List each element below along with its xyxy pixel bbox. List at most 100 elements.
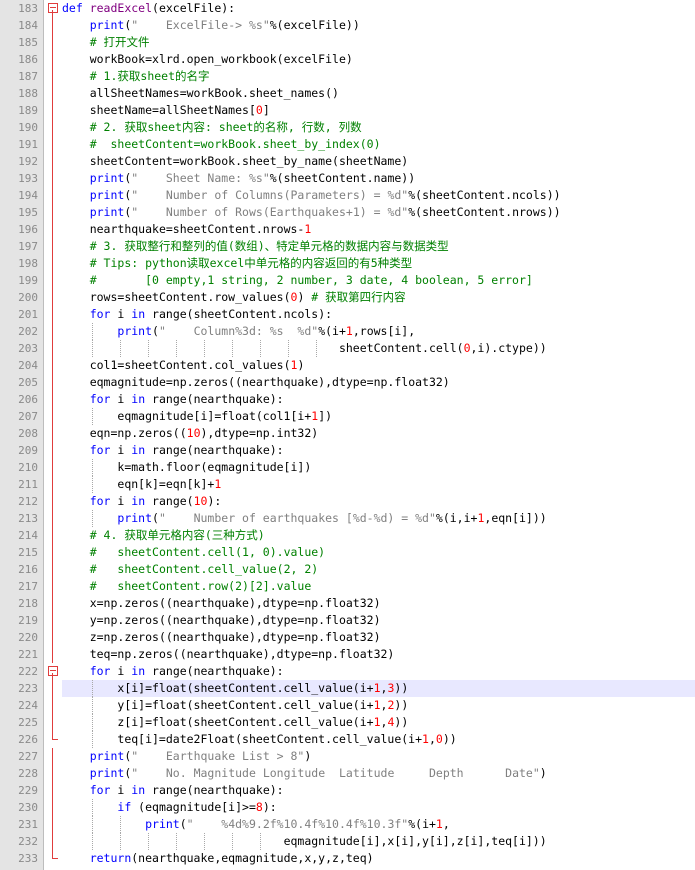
code-line[interactable]: 226 teq[i]=date2Float(sheetContent.cell_… (0, 731, 695, 748)
code-text[interactable]: print(" Sheet Name: %s"%(sheetContent.na… (62, 170, 695, 187)
code-line[interactable]: 185 # 打开文件 (0, 34, 695, 51)
code-line[interactable]: 231 print(" %4d%9.2f%10.4f%10.4f%10.3f"%… (0, 816, 695, 833)
code-line[interactable]: 201 for i in range(sheetContent.ncols): (0, 306, 695, 323)
code-line[interactable]: 203 sheetContent.cell(0,i).ctype)) (0, 340, 695, 357)
code-text[interactable]: # sheetContent.row(2)[2].value (62, 578, 695, 595)
code-text[interactable]: allSheetNames=workBook.sheet_names() (62, 85, 695, 102)
collapse-minus-icon[interactable] (48, 666, 58, 676)
code-text[interactable]: for i in range(nearthquake): (62, 442, 695, 459)
code-line[interactable]: 190 # 2. 获取sheet内容: sheet的名称, 行数, 列数 (0, 119, 695, 136)
code-line[interactable]: 219 y=np.zeros((nearthquake),dtype=np.fl… (0, 612, 695, 629)
code-line[interactable]: 197 # 3. 获取整行和整列的值(数组)、特定单元格的数据内容与数据类型 (0, 238, 695, 255)
code-text[interactable]: rows=sheetContent.row_values(0) # 获取第四行内… (62, 289, 695, 306)
code-text[interactable]: for i in range(sheetContent.ncols): (62, 306, 695, 323)
code-text[interactable]: return(nearthquake,eqmagnitude,x,y,z,teq… (62, 850, 695, 867)
code-text[interactable]: # 2. 获取sheet内容: sheet的名称, 行数, 列数 (62, 119, 695, 136)
code-text[interactable]: workBook=xlrd.open_workbook(excelFile) (62, 51, 695, 68)
code-line[interactable]: 216 # sheetContent.cell_value(2, 2) (0, 561, 695, 578)
code-line[interactable]: 210 k=math.floor(eqmagnitude[i]) (0, 459, 695, 476)
fold-toggle-icon[interactable] (44, 663, 62, 680)
code-text[interactable]: sheetContent.cell(0,i).ctype)) (62, 340, 695, 357)
code-text[interactable]: if (eqmagnitude[i]>=8): (62, 799, 695, 816)
code-line[interactable]: 211 eqn[k]=eqn[k]+1 (0, 476, 695, 493)
code-line[interactable]: 223 x[i]=float(sheetContent.cell_value(i… (0, 680, 695, 697)
code-line[interactable]: 230 if (eqmagnitude[i]>=8): (0, 799, 695, 816)
code-text[interactable]: for i in range(nearthquake): (62, 391, 695, 408)
code-text[interactable]: # 4. 获取单元格内容(三种方式) (62, 527, 695, 544)
code-line[interactable]: 229 for i in range(nearthquake): (0, 782, 695, 799)
code-line[interactable]: 232 eqmagnitude[i],x[i],y[i],z[i],teq[i]… (0, 833, 695, 850)
code-text[interactable]: y=np.zeros((nearthquake),dtype=np.float3… (62, 612, 695, 629)
code-text[interactable]: eqn=np.zeros((10),dtype=np.int32) (62, 425, 695, 442)
code-text[interactable]: print(" Earthquake List > 8") (62, 748, 695, 765)
code-line[interactable]: 233 return(nearthquake,eqmagnitude,x,y,z… (0, 850, 695, 867)
code-line[interactable]: 221 teq=np.zeros((nearthquake),dtype=np.… (0, 646, 695, 663)
code-line[interactable]: 189 sheetName=allSheetNames[0] (0, 102, 695, 119)
code-text[interactable]: x=np.zeros((nearthquake),dtype=np.float3… (62, 595, 695, 612)
code-text[interactable]: sheetContent=workBook.sheet_by_name(shee… (62, 153, 695, 170)
code-line[interactable]: 214 # 4. 获取单元格内容(三种方式) (0, 527, 695, 544)
code-line[interactable]: 204 col1=sheetContent.col_values(1) (0, 357, 695, 374)
code-line[interactable]: 183 def readExcel(excelFile): (0, 0, 695, 17)
code-line[interactable]: 222 for i in range(nearthquake): (0, 663, 695, 680)
code-text[interactable]: nearthquake=sheetContent.nrows-1 (62, 221, 695, 238)
code-text[interactable]: for i in range(nearthquake): (62, 663, 695, 680)
code-editor[interactable]: 183 def readExcel(excelFile): 184 print(" … (0, 0, 695, 870)
code-text[interactable]: col1=sheetContent.col_values(1) (62, 357, 695, 374)
code-text[interactable]: k=math.floor(eqmagnitude[i]) (62, 459, 695, 476)
code-text[interactable]: for i in range(10): (62, 493, 695, 510)
code-line[interactable]: 209 for i in range(nearthquake): (0, 442, 695, 459)
code-text[interactable]: y[i]=float(sheetContent.cell_value(i+1,2… (62, 697, 695, 714)
code-line[interactable]: 218 x=np.zeros((nearthquake),dtype=np.fl… (0, 595, 695, 612)
code-line[interactable]: 193 print(" Sheet Name: %s"%(sheetConten… (0, 170, 695, 187)
code-text[interactable]: # sheetContent.cell_value(2, 2) (62, 561, 695, 578)
code-line[interactable]: 215 # sheetContent.cell(1, 0).value) (0, 544, 695, 561)
code-line[interactable]: 186 workBook=xlrd.open_workbook(excelFil… (0, 51, 695, 68)
code-text[interactable]: eqn[k]=eqn[k]+1 (62, 476, 695, 493)
code-line[interactable]: 184 print(" ExcelFile-> %s"%(excelFile)) (0, 17, 695, 34)
code-text[interactable]: teq[i]=date2Float(sheetContent.cell_valu… (62, 731, 695, 748)
code-text[interactable]: teq=np.zeros((nearthquake),dtype=np.floa… (62, 646, 695, 663)
code-text[interactable]: print(" Number of Rows(Earthquakes+1) = … (62, 204, 695, 221)
code-text[interactable]: # 打开文件 (62, 34, 695, 51)
code-text[interactable]: sheetName=allSheetNames[0] (62, 102, 695, 119)
code-text[interactable]: eqmagnitude=np.zeros((nearthquake),dtype… (62, 374, 695, 391)
code-line[interactable]: 212 for i in range(10): (0, 493, 695, 510)
code-text[interactable]: print(" No. Magnitude Longitude Latitude… (62, 765, 695, 782)
code-text[interactable]: z[i]=float(sheetContent.cell_value(i+1,4… (62, 714, 695, 731)
code-line[interactable]: 196 nearthquake=sheetContent.nrows-1 (0, 221, 695, 238)
code-line[interactable]: 188 allSheetNames=workBook.sheet_names() (0, 85, 695, 102)
code-line[interactable]: 199 # [0 empty,1 string, 2 number, 3 dat… (0, 272, 695, 289)
code-line[interactable]: 207 eqmagnitude[i]=float(col1[i+1]) (0, 408, 695, 425)
code-line[interactable]: 202 print(" Column%3d: %s %d"%(i+1,rows[… (0, 323, 695, 340)
code-text[interactable]: # sheetContent.cell(1, 0).value) (62, 544, 695, 561)
code-text[interactable]: print(" ExcelFile-> %s"%(excelFile)) (62, 17, 695, 34)
code-text[interactable]: # 3. 获取整行和整列的值(数组)、特定单元格的数据内容与数据类型 (62, 238, 695, 255)
code-text[interactable]: # Tips: python读取excel中单元格的内容返回的有5种类型 (62, 255, 695, 272)
code-text[interactable]: # sheetContent=workBook.sheet_by_index(0… (62, 136, 695, 153)
code-text[interactable]: print(" Number of Columns(Parameters) = … (62, 187, 695, 204)
code-line[interactable]: 194 print(" Number of Columns(Parameters… (0, 187, 695, 204)
code-text[interactable]: print(" Number of earthquakes [%d-%d) = … (62, 510, 695, 527)
code-line[interactable]: 224 y[i]=float(sheetContent.cell_value(i… (0, 697, 695, 714)
code-line[interactable]: 191 # sheetContent=workBook.sheet_by_ind… (0, 136, 695, 153)
fold-toggle-icon[interactable] (44, 0, 62, 17)
code-line[interactable]: 200 rows=sheetContent.row_values(0) # 获取… (0, 289, 695, 306)
code-text[interactable]: # [0 empty,1 string, 2 number, 3 date, 4… (62, 272, 695, 289)
code-text[interactable]: z=np.zeros((nearthquake),dtype=np.float3… (62, 629, 695, 646)
code-line[interactable]: 198 # Tips: python读取excel中单元格的内容返回的有5种类型 (0, 255, 695, 272)
code-line[interactable]: 217 # sheetContent.row(2)[2].value (0, 578, 695, 595)
code-text[interactable]: eqmagnitude[i]=float(col1[i+1]) (62, 408, 695, 425)
code-text[interactable]: print(" Column%3d: %s %d"%(i+1,rows[i], (62, 323, 695, 340)
code-line[interactable]: 205 eqmagnitude=np.zeros((nearthquake),d… (0, 374, 695, 391)
code-line[interactable]: 225 z[i]=float(sheetContent.cell_value(i… (0, 714, 695, 731)
code-line[interactable]: 213 print(" Number of earthquakes [%d-%d… (0, 510, 695, 527)
code-line[interactable]: 220 z=np.zeros((nearthquake),dtype=np.fl… (0, 629, 695, 646)
code-line[interactable]: 206 for i in range(nearthquake): (0, 391, 695, 408)
code-line[interactable]: 195 print(" Number of Rows(Earthquakes+1… (0, 204, 695, 221)
code-line[interactable]: 187 # 1.获取sheet的名字 (0, 68, 695, 85)
code-text[interactable]: for i in range(nearthquake): (62, 782, 695, 799)
code-line[interactable]: 208 eqn=np.zeros((10),dtype=np.int32) (0, 425, 695, 442)
code-line[interactable]: 192 sheetContent=workBook.sheet_by_name(… (0, 153, 695, 170)
code-line[interactable]: 227 print(" Earthquake List > 8") (0, 748, 695, 765)
